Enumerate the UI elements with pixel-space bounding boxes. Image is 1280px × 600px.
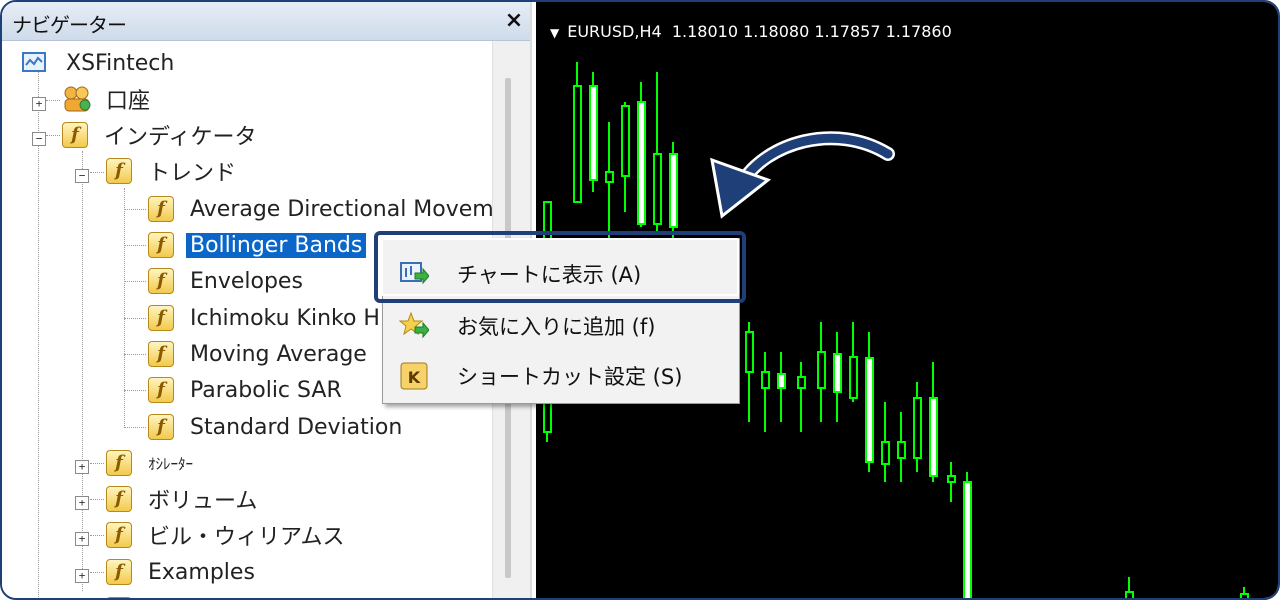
tree-item-label: Examples	[148, 559, 255, 585]
tree-line	[46, 100, 60, 101]
tree-line	[46, 135, 60, 136]
tree-item-adx[interactable]: f Average Directional Movem	[148, 192, 492, 226]
tree-item-label: トレンド	[148, 161, 237, 186]
collapse-icon[interactable]: −	[75, 169, 89, 183]
collapse-icon[interactable]: −	[32, 132, 46, 146]
menu-item-shortcut[interactable]: K ショートカット設定 (S)	[383, 351, 739, 401]
indicator-icon: f	[148, 232, 174, 258]
tree-line	[124, 209, 146, 210]
tree-item-label: Bollinger Bands	[186, 232, 367, 258]
tree-item-label: ボリューム	[148, 489, 258, 514]
tree-root[interactable]: XSFintech	[22, 46, 178, 80]
indicator-icon: f	[148, 268, 174, 294]
tree-item-label: ビル・ウィリアムス	[148, 525, 345, 550]
tree-line	[82, 151, 83, 591]
indicator-folder-icon: f	[106, 158, 132, 184]
tree-line	[124, 245, 146, 246]
indicator-icon: f	[148, 414, 174, 440]
tree-item-label: 口座	[106, 89, 151, 114]
tree-item-oscillators[interactable]: f ｵｼﾚｰﾀｰ	[106, 446, 197, 480]
accounts-icon	[62, 85, 91, 113]
indicator-folder-icon: f	[106, 597, 132, 598]
show-on-chart-icon	[399, 259, 430, 289]
menu-item-label: チャートに表示 (A)	[457, 263, 642, 287]
tree-item-label: Average Directional Movem	[190, 196, 492, 222]
tree-item-indicators[interactable]: f インディケータ	[62, 118, 260, 152]
indicator-folder-icon: f	[106, 522, 132, 548]
tree-item-label: Moving Average	[190, 341, 367, 367]
indicator-icon: f	[148, 305, 174, 331]
menu-item-label: ショートカット設定 (S)	[457, 365, 683, 389]
expand-icon[interactable]: +	[32, 97, 46, 111]
expand-icon[interactable]: +	[75, 460, 89, 474]
tree-line	[90, 572, 104, 573]
tree-item-label: Parabolic SAR	[190, 377, 342, 403]
examples-folder-icon: f	[106, 559, 132, 585]
indicator-icon: f	[148, 196, 174, 222]
indicator-icon: f	[148, 341, 174, 367]
expand-icon[interactable]: +	[75, 496, 89, 510]
close-icon[interactable]: ×	[500, 7, 528, 35]
screenshot-frame: ナビゲーター × XSFintech + 口座 − f インディケータ − f …	[0, 0, 1280, 600]
tree-item-label: インディケータ	[104, 125, 257, 150]
tree-line	[90, 463, 104, 464]
menu-item-add-favorite[interactable]: お気に入りに追加 (f)	[383, 301, 739, 351]
tree-item-label: Standard Deviation	[190, 414, 403, 440]
indicator-icon: f	[148, 377, 174, 403]
expand-icon[interactable]: +	[75, 569, 89, 583]
tree-item-examples[interactable]: f Examples	[106, 555, 259, 589]
tree-item-bill-williams[interactable]: f ビル・ウィリアムス	[106, 518, 348, 552]
tree-line	[90, 172, 104, 173]
tree-item-parabolic-sar[interactable]: f Parabolic SAR	[148, 373, 346, 407]
tree-line	[124, 318, 146, 319]
tree-item-bollinger-bands[interactable]: f Bollinger Bands	[148, 228, 367, 262]
tree-item-trend[interactable]: f トレンド	[106, 154, 240, 188]
tree-line	[124, 390, 146, 391]
navigator-title: ナビゲーター	[12, 13, 127, 37]
tree-item-label: Ichimoku Kinko H	[190, 305, 380, 331]
tree-item-standard-deviation[interactable]: f Standard Deviation	[148, 410, 406, 444]
tree-item-ichimoku[interactable]: f Ichimoku Kinko H	[148, 301, 384, 335]
tree-line	[90, 499, 104, 500]
tree-item-label: ｵｼﾚｰﾀｰ	[148, 454, 194, 473]
tree-line	[90, 535, 104, 536]
tree-item-volumes[interactable]: f ボリューム	[106, 482, 261, 516]
tree-line	[124, 281, 146, 282]
tree-root-label: XSFintech	[66, 50, 175, 76]
tree-line	[124, 354, 146, 355]
tree-item-accounts[interactable]: 口座	[62, 82, 154, 116]
navigator-title-bar: ナビゲーター ×	[2, 2, 530, 41]
tree-item-moving-average[interactable]: f Moving Average	[148, 337, 371, 371]
tree-item-partial: f	[106, 593, 144, 598]
tree-item-envelopes[interactable]: f Envelopes	[148, 264, 307, 298]
svg-text:K: K	[408, 368, 421, 387]
indicator-folder-icon: f	[62, 122, 88, 148]
menu-item-show-on-chart[interactable]: チャートに表示 (A)	[383, 249, 739, 299]
expand-icon[interactable]: +	[75, 532, 89, 546]
tree-line	[124, 188, 125, 428]
indicator-folder-icon: f	[106, 450, 132, 476]
shortcut-k-icon: K	[399, 361, 429, 391]
tree-item-label: Envelopes	[190, 268, 303, 294]
menu-item-label: お気に入りに追加 (f)	[457, 315, 656, 339]
terminal-icon	[22, 51, 48, 75]
add-favorite-icon	[398, 311, 430, 341]
tree-line	[124, 427, 146, 428]
indicator-folder-icon: f	[106, 486, 132, 512]
context-menu: チャートに表示 (A) お気に入りに追加 (f) K ショートカット設定 (S)	[382, 238, 740, 404]
